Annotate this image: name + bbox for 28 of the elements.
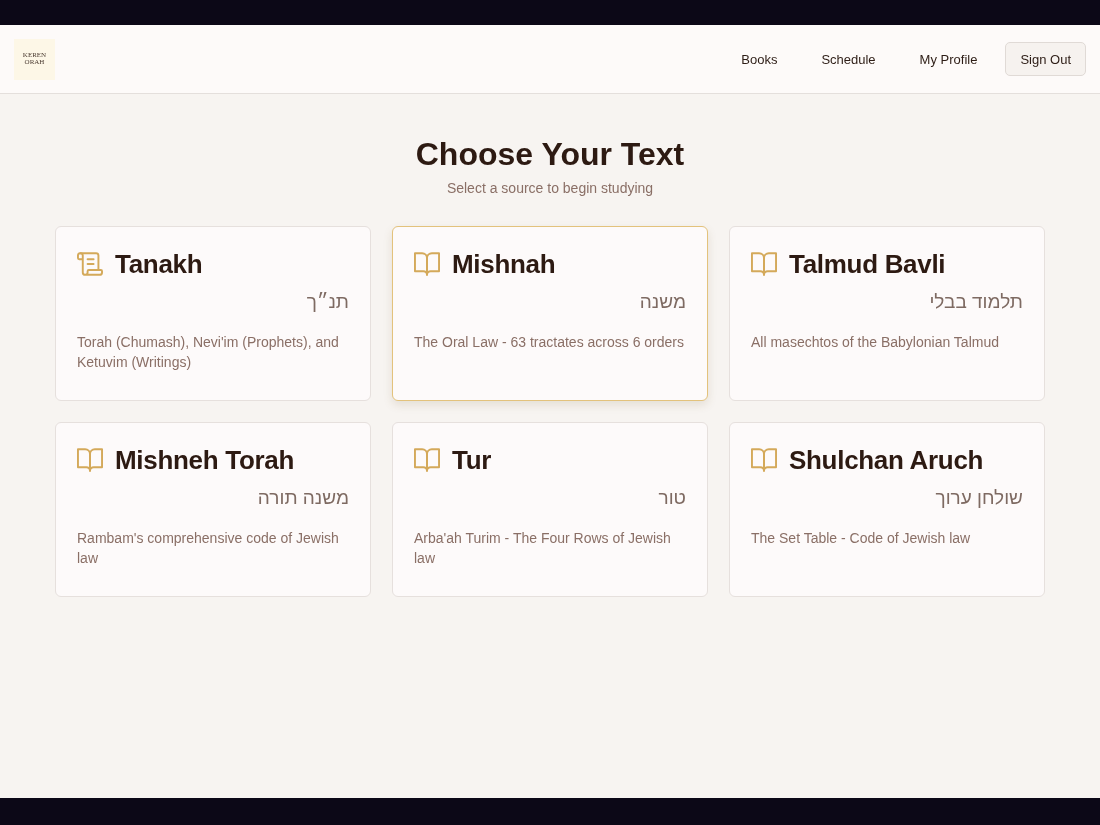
card-description: All masechtos of the Babylonian Talmud (751, 333, 1000, 352)
scroll-icon (77, 252, 103, 276)
card-description: Rambam's comprehensive code of Jewish law (77, 529, 340, 568)
hebrew-title: תלמוד בבלי (929, 290, 1023, 314)
card-description: The Oral Law - 63 tractates across 6 orders (414, 333, 685, 352)
open-book-icon (414, 448, 440, 472)
hebrew-title: טור (658, 486, 686, 510)
open-book-icon (751, 448, 777, 472)
card-title: Mishnah (452, 248, 556, 280)
card-title: Talmud Bavli (789, 248, 946, 280)
page-title: Choose Your Text (415, 135, 685, 174)
card-description: Torah (Chumash), Nevi'im (Prophets), and Ketuvim (Writings) (77, 333, 340, 372)
nav-link[interactable]: Schedule (807, 43, 890, 75)
open-book-icon (414, 252, 440, 276)
card-description: Arba'ah Turim - The Four Rows of Jewish law (414, 529, 672, 568)
hebrew-title: שולחן ערוך (935, 486, 1023, 510)
sign-out-button[interactable]: Sign Out (1005, 42, 1086, 76)
card-title: Mishneh Torah (115, 444, 295, 476)
card-title: Tanakh (115, 248, 203, 280)
card-description: The Set Table - Code of Jewish law (751, 529, 972, 548)
card-title: Tur (452, 444, 492, 476)
open-book-icon (751, 252, 777, 276)
open-book-icon (77, 448, 103, 472)
card-title: Shulchan Aruch (789, 444, 984, 476)
nav-link[interactable]: My Profile (905, 43, 992, 75)
nav-link[interactable]: Books (727, 43, 792, 75)
hebrew-title: משנה תורה (257, 486, 349, 510)
page-subtitle: Select a source to begin studying (446, 179, 654, 198)
